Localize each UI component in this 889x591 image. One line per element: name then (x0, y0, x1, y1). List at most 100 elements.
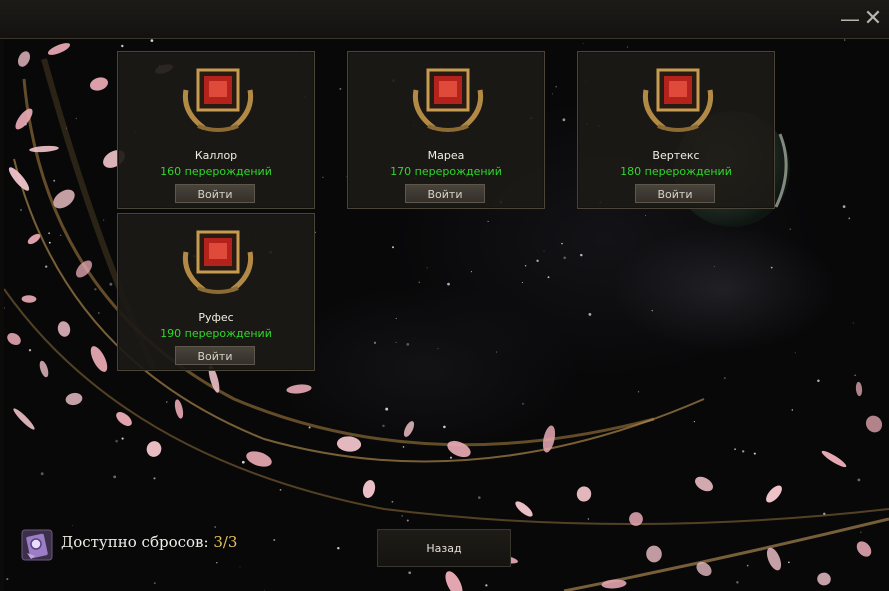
emblem-icon (412, 68, 484, 132)
star (848, 217, 851, 220)
star (28, 349, 32, 352)
star (443, 425, 446, 429)
server-rebirths: 170 перерождений (390, 165, 502, 178)
petal (447, 440, 471, 458)
petal (362, 480, 376, 498)
star (477, 496, 481, 499)
enter-button[interactable]: Войти (175, 346, 255, 365)
background-scene: Каллор 160 перерождений Войти Мареа 170 … (4, 39, 889, 591)
enter-button[interactable]: Войти (405, 184, 485, 203)
star (241, 460, 245, 464)
star (60, 234, 62, 236)
star (385, 407, 389, 411)
star (587, 518, 590, 520)
star (713, 266, 715, 267)
star (555, 85, 558, 88)
server-name: Каллор (194, 149, 238, 162)
star (637, 391, 640, 393)
petal (7, 332, 21, 346)
star (580, 253, 583, 257)
star (45, 265, 48, 268)
star (94, 288, 97, 291)
petal (336, 436, 362, 452)
star (770, 266, 773, 269)
petal (146, 441, 162, 457)
petal (39, 360, 49, 378)
star (543, 250, 545, 252)
reset-scroll-icon (21, 529, 53, 561)
star (562, 118, 566, 122)
star (408, 571, 412, 575)
star (322, 176, 324, 178)
star (406, 343, 410, 346)
petal (646, 545, 662, 563)
server-name: Мареа (427, 149, 465, 162)
petal (766, 485, 782, 503)
petal (629, 512, 643, 526)
star (536, 259, 539, 263)
minimize-button[interactable]: — (840, 8, 860, 30)
star (216, 562, 218, 564)
star (308, 426, 311, 429)
title-bar: — ✕ (0, 0, 889, 39)
server-card: Мареа 170 перерождений Войти (347, 51, 545, 209)
star (843, 39, 846, 41)
petal (865, 415, 883, 433)
star (373, 341, 377, 344)
star (524, 265, 527, 267)
star (791, 409, 794, 411)
close-button[interactable]: ✕ (863, 8, 883, 30)
petal (821, 450, 847, 468)
star (48, 241, 51, 244)
star (794, 352, 796, 354)
star (401, 515, 404, 517)
star (723, 377, 726, 380)
enter-button[interactable]: Войти (175, 184, 255, 203)
enter-button[interactable]: Войти (635, 184, 715, 203)
star (447, 282, 450, 286)
star (734, 448, 737, 451)
star (789, 228, 791, 230)
star (418, 281, 421, 284)
back-button[interactable]: Назад (377, 529, 511, 567)
star (753, 452, 756, 455)
star (860, 531, 862, 533)
petal (246, 451, 272, 467)
star (395, 318, 397, 319)
star (788, 561, 790, 564)
star (852, 322, 854, 324)
star (115, 439, 118, 443)
star (495, 351, 497, 353)
star (279, 488, 282, 491)
petal (403, 421, 415, 437)
star (166, 401, 168, 403)
star (746, 564, 749, 567)
star (693, 420, 696, 423)
star (522, 402, 524, 405)
star (521, 282, 523, 283)
star (547, 276, 550, 279)
game-window: — ✕ Каллор 160 перерождений Войти Мареа … (0, 0, 889, 591)
star (551, 93, 553, 95)
petal (47, 43, 71, 55)
server-rebirths: 190 перерождений (160, 327, 272, 340)
petal (174, 399, 184, 419)
star (337, 546, 340, 550)
star (857, 478, 861, 482)
server-card: Руфес 190 перерождений Войти (117, 213, 315, 371)
star (6, 578, 9, 581)
star (40, 472, 44, 476)
star (53, 179, 56, 182)
star (109, 282, 113, 286)
petal (856, 541, 872, 557)
star (339, 87, 342, 90)
star (402, 446, 405, 448)
petal (855, 381, 863, 397)
star (854, 374, 856, 377)
star (392, 246, 394, 249)
star (736, 581, 739, 584)
star (75, 117, 77, 119)
star (563, 256, 567, 260)
petal (445, 571, 463, 591)
star (264, 589, 266, 591)
